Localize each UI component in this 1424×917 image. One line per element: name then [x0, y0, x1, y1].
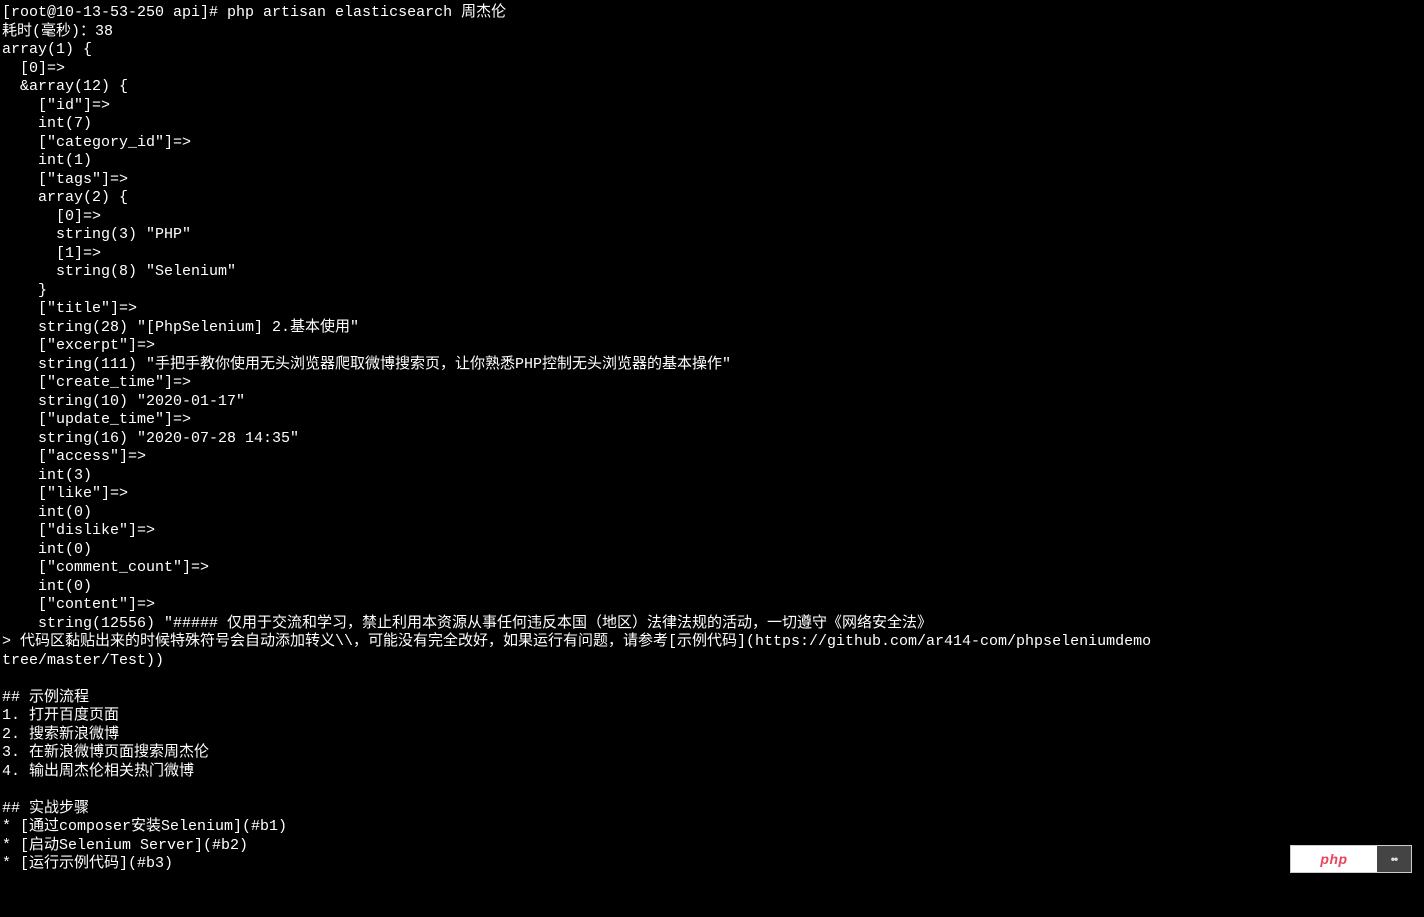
terminal-line: [0]=> — [2, 208, 1422, 227]
terminal-line: ["id"]=> — [2, 97, 1422, 116]
terminal-line: [root@10-13-53-250 api]# php artisan ela… — [2, 4, 1422, 23]
terminal-line: int(0) — [2, 578, 1422, 597]
terminal-line: &array(12) { — [2, 78, 1422, 97]
php-badge-suffix: •• — [1377, 846, 1411, 872]
terminal-line: 4. 输出周杰伦相关热门微博 — [2, 763, 1422, 782]
terminal-line: [1]=> — [2, 245, 1422, 264]
terminal-line: string(3) "PHP" — [2, 226, 1422, 245]
terminal-line: * [启动Selenium Server](#b2) — [2, 837, 1422, 856]
php-badge-text: php — [1291, 846, 1377, 872]
terminal-line: 耗时(毫秒)：38 — [2, 23, 1422, 42]
terminal-line: * [运行示例代码](#b3) — [2, 855, 1422, 874]
terminal-line: array(1) { — [2, 41, 1422, 60]
php-badge: php •• — [1290, 845, 1412, 873]
terminal-line: int(3) — [2, 467, 1422, 486]
terminal-line: ["access"]=> — [2, 448, 1422, 467]
terminal-line: tree/master/Test)) — [2, 652, 1422, 671]
terminal-line: int(7) — [2, 115, 1422, 134]
terminal-line: 1. 打开百度页面 — [2, 707, 1422, 726]
terminal-line: ["create_time"]=> — [2, 374, 1422, 393]
terminal-line: ["like"]=> — [2, 485, 1422, 504]
terminal-line: ["content"]=> — [2, 596, 1422, 615]
terminal-line: string(16) "2020-07-28 14:35" — [2, 430, 1422, 449]
terminal-line: int(0) — [2, 541, 1422, 560]
terminal-line: ## 实战步骤 — [2, 800, 1422, 819]
terminal-line: ["dislike"]=> — [2, 522, 1422, 541]
terminal-line: ["update_time"]=> — [2, 411, 1422, 430]
terminal-line: > 代码区黏贴出来的时候特殊符号会自动添加转义\\，可能没有完全改好，如果运行有… — [2, 633, 1422, 652]
terminal-line: ["category_id"]=> — [2, 134, 1422, 153]
terminal-line: string(111) "手把手教你使用无头浏览器爬取微博搜索页，让你熟悉PHP… — [2, 356, 1422, 375]
terminal-line: int(0) — [2, 504, 1422, 523]
terminal-line: int(1) — [2, 152, 1422, 171]
terminal-line: [0]=> — [2, 60, 1422, 79]
terminal-line: ## 示例流程 — [2, 689, 1422, 708]
terminal-line: ["excerpt"]=> — [2, 337, 1422, 356]
terminal-line — [2, 781, 1422, 800]
terminal-line: ["title"]=> — [2, 300, 1422, 319]
terminal-line: 3. 在新浪微博页面搜索周杰伦 — [2, 744, 1422, 763]
terminal-line: string(8) "Selenium" — [2, 263, 1422, 282]
terminal-output[interactable]: [root@10-13-53-250 api]# php artisan ela… — [0, 0, 1424, 878]
terminal-line: 2. 搜索新浪微博 — [2, 726, 1422, 745]
terminal-line: string(12556) "##### 仅用于交流和学习，禁止利用本资源从事任… — [2, 615, 1422, 634]
terminal-line: } — [2, 282, 1422, 301]
terminal-line: string(28) "[PhpSelenium] 2.基本使用" — [2, 319, 1422, 338]
terminal-line: string(10) "2020-01-17" — [2, 393, 1422, 412]
terminal-line — [2, 670, 1422, 689]
terminal-line: ["comment_count"]=> — [2, 559, 1422, 578]
terminal-line: ["tags"]=> — [2, 171, 1422, 190]
terminal-line: array(2) { — [2, 189, 1422, 208]
terminal-line: * [通过composer安装Selenium](#b1) — [2, 818, 1422, 837]
